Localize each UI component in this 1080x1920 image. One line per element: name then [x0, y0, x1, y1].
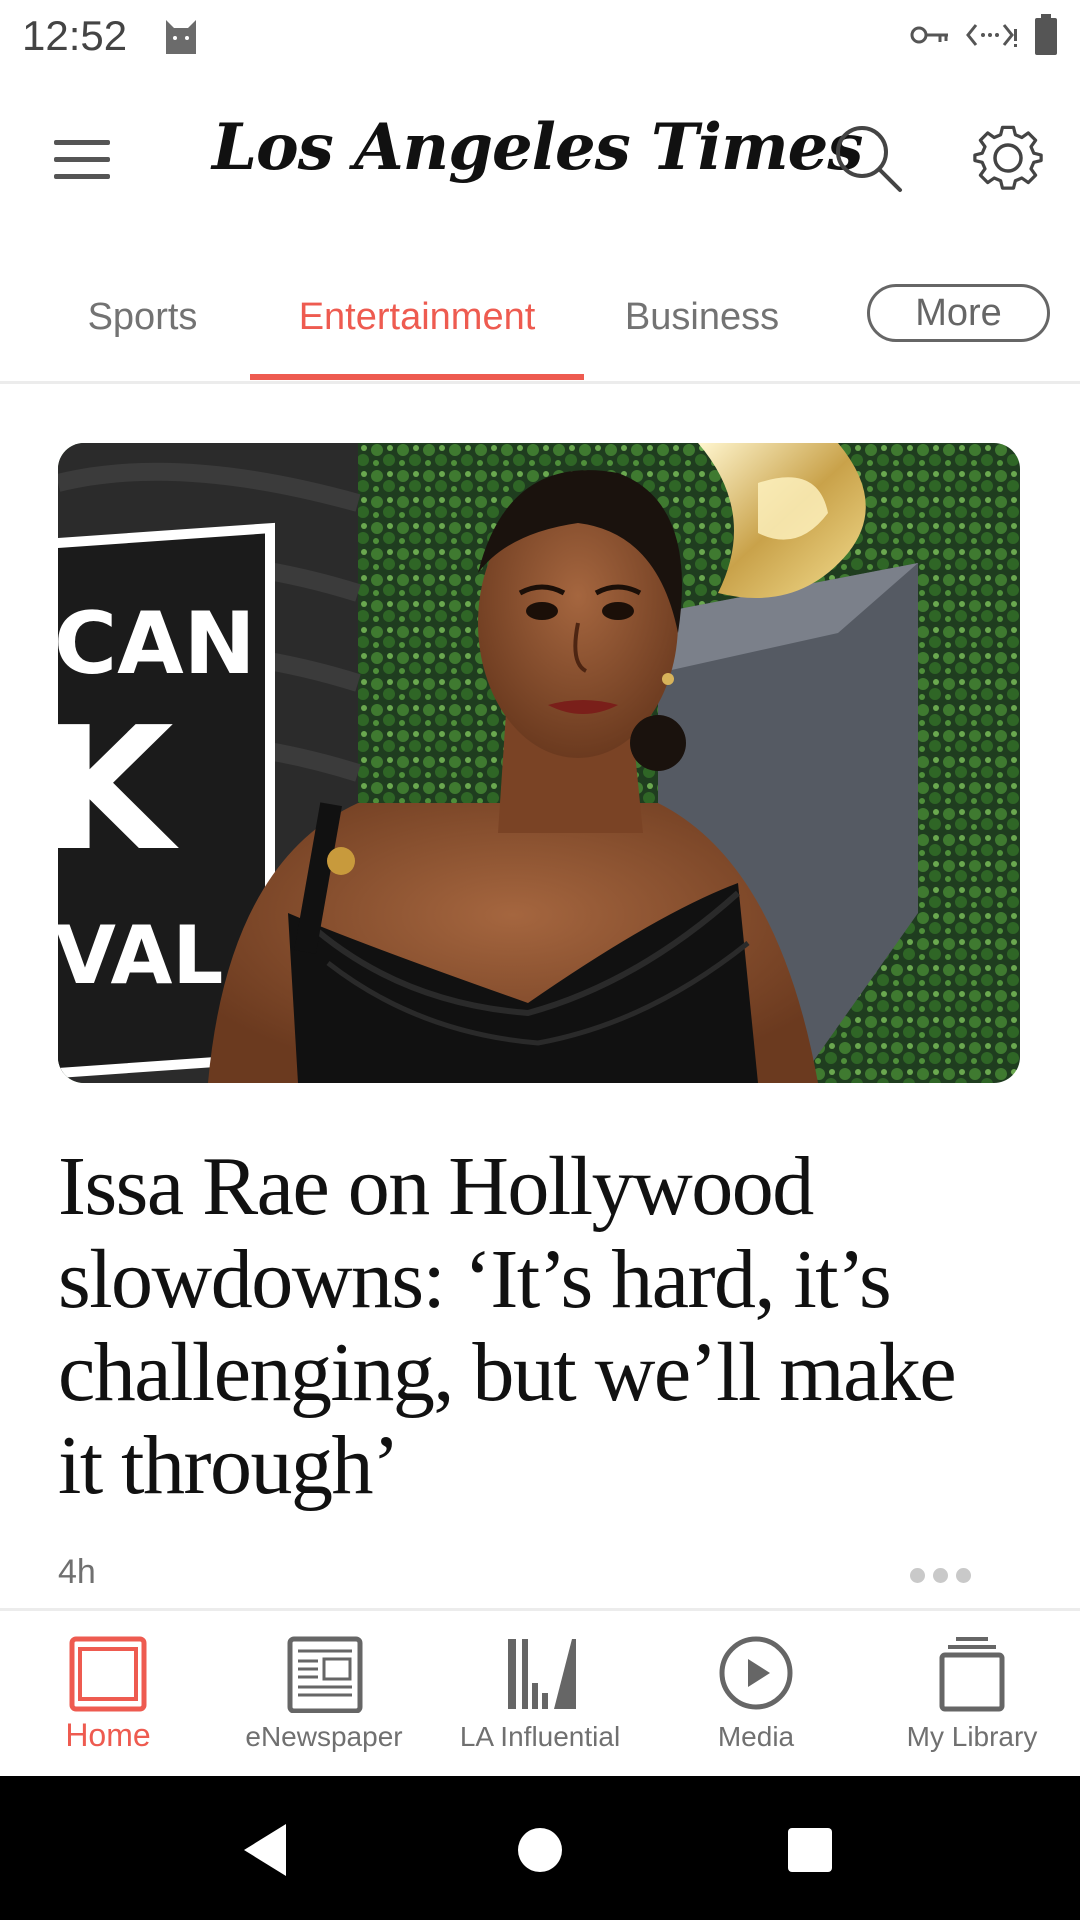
- la-influential-icon: [508, 1639, 576, 1709]
- nav-my-library-label: My Library: [906, 1721, 1038, 1752]
- tab-entertainment[interactable]: Entertainment: [250, 290, 584, 380]
- nav-enewspaper-label: eNewspaper: [245, 1721, 403, 1752]
- nav-home-label: Home: [65, 1717, 151, 1753]
- home-window-icon: [69, 1636, 147, 1712]
- home-circle-icon[interactable]: [508, 1818, 572, 1882]
- data-saver-icon: [966, 24, 1017, 47]
- article-more-options-icon[interactable]: [900, 1560, 980, 1590]
- sign-text-k: K: [58, 691, 179, 889]
- search-icon[interactable]: [826, 116, 910, 200]
- back-icon[interactable]: [236, 1818, 300, 1882]
- sign-text-val: VAL: [58, 909, 223, 1002]
- tab-sports[interactable]: Sports: [60, 290, 225, 380]
- nav-home[interactable]: Home: [0, 1611, 216, 1779]
- status-icons: [910, 14, 1058, 56]
- bottom-navigation: Home eNewspaper LA Influential Media My …: [0, 1608, 1080, 1776]
- section-tabs: Sports Entertainment Business More: [0, 270, 1080, 384]
- play-circle-icon: [719, 1636, 793, 1710]
- settings-gear-icon[interactable]: [968, 116, 1048, 200]
- status-time: 12:52: [22, 12, 128, 59]
- system-navigation-bar: [0, 1776, 1080, 1920]
- tab-business[interactable]: Business: [610, 290, 794, 380]
- nav-la-influential[interactable]: LA Influential: [432, 1611, 648, 1779]
- library-stack-icon: [939, 1637, 1005, 1712]
- vpn-key-icon: [910, 26, 948, 44]
- nav-media[interactable]: Media: [648, 1611, 864, 1779]
- nav-my-library[interactable]: My Library: [864, 1611, 1080, 1779]
- status-bar: 12:52: [0, 0, 1080, 72]
- newspaper-icon: [287, 1636, 363, 1713]
- article-headline[interactable]: Issa Rae on Hollywood slowdowns: ‘It’s h…: [58, 1140, 1018, 1512]
- nav-enewspaper[interactable]: eNewspaper: [216, 1611, 432, 1779]
- nav-la-influential-label: LA Influential: [459, 1721, 621, 1752]
- article-timestamp: 4h: [58, 1553, 96, 1591]
- nav-media-label: Media: [717, 1721, 795, 1752]
- recents-square-icon[interactable]: [778, 1818, 842, 1882]
- tab-more-button[interactable]: More: [867, 284, 1050, 342]
- sign-text-can: CAN: [58, 594, 256, 694]
- cat-icon: [166, 20, 196, 54]
- app-logo[interactable]: Los Angeles Times: [212, 110, 863, 185]
- article-hero-image[interactable]: CAN K VAL: [58, 443, 1020, 1083]
- battery-icon: [1035, 14, 1057, 55]
- menu-icon[interactable]: [40, 124, 124, 194]
- app-header: Los Angeles Times: [0, 72, 1080, 242]
